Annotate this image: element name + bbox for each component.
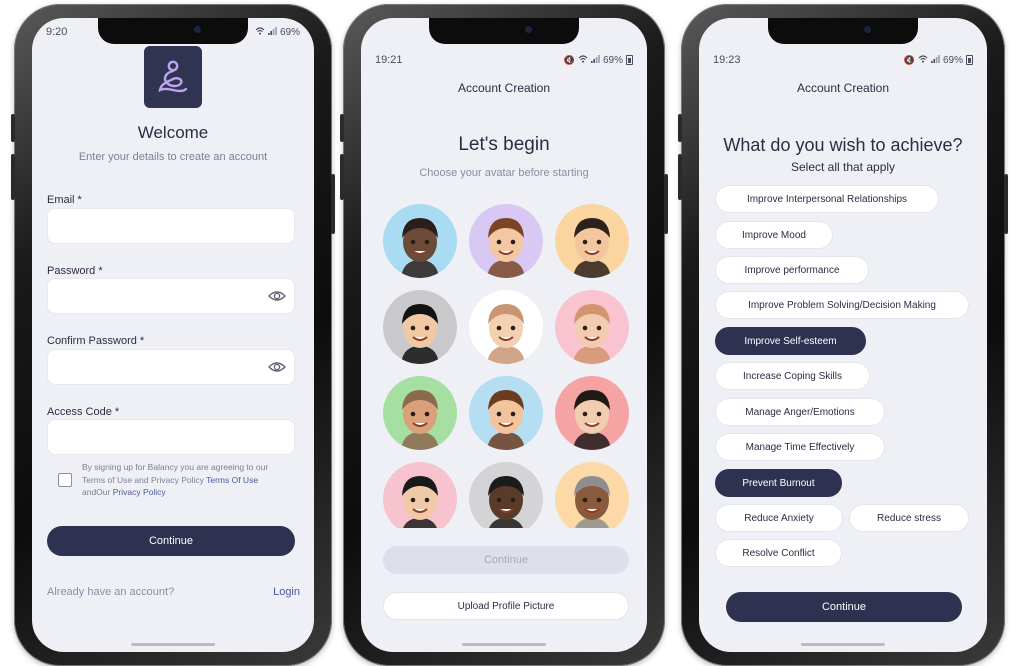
page-subtitle: Select all that apply [790, 160, 896, 174]
status-time: 9:20 [46, 26, 68, 38]
page-subtitle: Choose your avatar before starting [419, 167, 589, 179]
terms-middle: andOur [82, 487, 113, 497]
phone-frame-3: 19:23 🔇 69% Account Creation What do you… [678, 4, 1008, 666]
battery-text: 69% [279, 26, 300, 38]
confirm-password-field[interactable] [47, 349, 295, 385]
goal-chip[interactable]: Increase Coping Skills [715, 362, 870, 390]
power-button [664, 174, 668, 234]
status-icons: 🔇 69% [563, 54, 633, 66]
home-indicator [801, 643, 885, 646]
goal-chip[interactable]: Manage Anger/Emotions [715, 398, 885, 426]
avatar-option[interactable] [469, 376, 543, 450]
goal-chip-selected[interactable]: Improve Self-esteem [715, 327, 866, 355]
status-time: 19:23 [713, 54, 741, 66]
avatar-option[interactable] [555, 204, 629, 278]
notch [429, 18, 579, 44]
avatar-option[interactable] [383, 462, 457, 528]
status-bar: 19:21 🔇 69% [375, 52, 633, 68]
avatar-option[interactable] [383, 376, 457, 450]
status-icons: 69% [255, 26, 300, 38]
signal-icon [930, 54, 940, 66]
battery-icon [966, 55, 973, 65]
page-title: What do you wish to achieve? [723, 135, 963, 155]
eye-icon[interactable] [268, 288, 286, 309]
app-logo-icon [144, 46, 202, 108]
email-label: Email * [47, 194, 82, 206]
avatar-grid [383, 204, 629, 528]
terms-checkbox[interactable] [58, 473, 72, 487]
privacy-policy-link[interactable]: Privacy Policy [113, 487, 166, 497]
goal-chip[interactable]: Manage Time Effectively [715, 433, 885, 461]
battery-text: 69% [602, 54, 623, 66]
phone-frame-2: 19:21 🔇 69% Account Creation Let's begin… [340, 4, 668, 666]
signal-icon [267, 26, 277, 38]
goal-chip[interactable]: Improve Problem Solving/Decision Making [715, 291, 969, 319]
page-title: Welcome [137, 123, 209, 142]
wifi-icon [918, 54, 928, 66]
battery-icon [626, 55, 633, 65]
mute-icon: 🔇 [903, 54, 915, 65]
notch [768, 18, 918, 44]
wifi-icon [578, 54, 588, 66]
status-icons: 🔇 69% [903, 54, 973, 66]
status-time: 19:21 [375, 54, 403, 66]
avatar-option[interactable] [555, 290, 629, 364]
continue-button[interactable]: Continue [47, 526, 295, 556]
goal-chip-selected[interactable]: Prevent Burnout [715, 469, 842, 497]
goal-chip[interactable]: Improve Interpersonal Relationships [715, 185, 939, 213]
home-indicator [462, 643, 546, 646]
volume-button [11, 114, 15, 142]
email-field[interactable] [47, 208, 295, 244]
status-bar: 19:23 🔇 69% [713, 52, 973, 68]
goal-chip[interactable]: Improve performance [715, 256, 869, 284]
login-link[interactable]: Login [273, 586, 300, 598]
signal-icon [590, 54, 600, 66]
confirm-password-label: Confirm Password * [47, 335, 145, 347]
password-field[interactable] [47, 278, 295, 314]
eye-icon[interactable] [268, 359, 286, 380]
terms-text: By signing up for Balancy you are agreei… [82, 461, 292, 499]
avatar-option[interactable] [555, 376, 629, 450]
screen-welcome: 9:20 69% Welcome Enter your details to c… [32, 18, 314, 652]
volume-button [340, 114, 344, 142]
status-bar: 9:20 69% [46, 24, 300, 40]
password-label: Password * [47, 265, 103, 277]
continue-button[interactable]: Continue [383, 546, 629, 574]
volume-button [678, 114, 682, 142]
volume-button [11, 154, 15, 200]
wifi-icon [255, 26, 265, 38]
terms-of-use-link[interactable]: Terms Of Use [206, 475, 258, 485]
avatar-option[interactable] [469, 204, 543, 278]
page-title: Let's begin [458, 134, 550, 155]
avatar-option[interactable] [383, 204, 457, 278]
phone-frame-1: 9:20 69% Welcome Enter your details to c… [11, 4, 335, 666]
home-indicator [131, 643, 215, 646]
header-title: Account Creation [796, 81, 890, 95]
access-code-label: Access Code * [47, 406, 120, 418]
upload-profile-picture-button[interactable]: Upload Profile Picture [383, 592, 629, 620]
goal-chip[interactable]: Reduce Anxiety [715, 504, 843, 532]
power-button [1004, 174, 1008, 234]
battery-text: 69% [942, 54, 963, 66]
header-title: Account Creation [457, 81, 551, 95]
screen-avatar: 19:21 🔇 69% Account Creation Let's begin… [361, 18, 647, 652]
avatar-option[interactable] [469, 290, 543, 364]
avatar-option[interactable] [555, 462, 629, 528]
continue-button[interactable]: Continue [726, 592, 962, 622]
goal-chip[interactable]: Reduce stress [849, 504, 969, 532]
volume-button [678, 154, 682, 200]
volume-button [340, 154, 344, 200]
power-button [331, 174, 335, 234]
access-code-field[interactable] [47, 419, 295, 455]
mute-icon: 🔇 [563, 54, 575, 65]
avatar-option[interactable] [383, 290, 457, 364]
goal-chip[interactable]: Resolve Conflict [715, 539, 842, 567]
already-have-account-text: Already have an account? [47, 586, 175, 598]
avatar-option[interactable] [469, 462, 543, 528]
page-subtitle: Enter your details to create an account [78, 151, 268, 163]
screen-goals: 19:23 🔇 69% Account Creation What do you… [699, 18, 987, 652]
goal-chip[interactable]: Improve Mood [715, 221, 833, 249]
